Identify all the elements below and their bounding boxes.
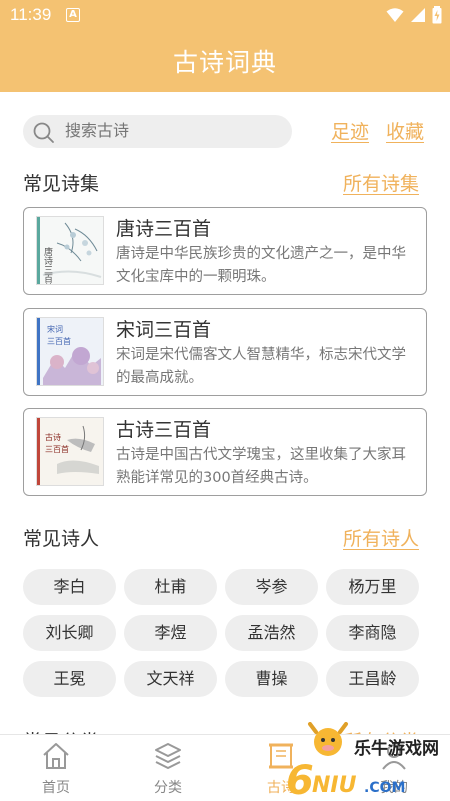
search-input[interactable]: [65, 121, 275, 140]
status-bar: 11:39 A: [0, 0, 450, 32]
status-icons: [386, 6, 442, 24]
svg-text:古诗: 古诗: [45, 432, 61, 442]
svg-text:NIU: NIU: [312, 773, 357, 798]
book-cover-image: 古诗 三百首: [36, 417, 104, 486]
page-title: 古诗词典: [172, 48, 277, 77]
search-icon: [33, 122, 54, 143]
collection-description: 宋词是宋代儒客文人智慧精华，标志宋代文学的最高成就。: [116, 347, 406, 386]
svg-text:三百首: 三百首: [45, 444, 69, 454]
svg-text:三百首: 三百首: [47, 336, 71, 346]
signal-icon: [411, 8, 425, 22]
app-bar: 古诗词典: [0, 32, 450, 92]
collection-description: 古诗是中国古代文学瑰宝，这里收集了大家耳熟能详常见的300首经典古诗。: [116, 447, 406, 486]
collection-card-gushi[interactable]: 古诗 三百首 古诗三百首 古诗是中国古代文学瑰宝，这里收集了大家耳熟能详常见的3…: [23, 408, 427, 496]
poet-chip[interactable]: 李白: [23, 569, 116, 605]
all-poets-link[interactable]: 所有诗人: [343, 524, 419, 551]
svg-text:6: 6: [286, 758, 314, 801]
poet-chip[interactable]: 王昌龄: [326, 661, 419, 697]
svg-text:宋词: 宋词: [47, 324, 63, 334]
collection-title: 古诗三百首: [116, 419, 212, 441]
poet-chip[interactable]: 曹操: [225, 661, 318, 697]
svg-text:.COM: .COM: [364, 780, 405, 796]
poet-chip[interactable]: 孟浩然: [225, 615, 318, 651]
book-cover-image: 宋词 三百首: [36, 317, 104, 386]
poet-chip[interactable]: 李煜: [124, 615, 217, 651]
collections-section-title: 常见诗集: [23, 173, 100, 195]
poet-chip[interactable]: 杨万里: [326, 569, 419, 605]
collection-title: 宋词三百首: [116, 319, 212, 341]
all-collections-link[interactable]: 所有诗集: [343, 169, 419, 196]
tab-home[interactable]: 首页: [0, 735, 112, 801]
poet-chip[interactable]: 文天祥: [124, 661, 217, 697]
poets-section-title: 常见诗人: [23, 528, 100, 550]
favorites-link[interactable]: 收藏: [386, 117, 424, 144]
watermark-logo: 6 NIU .COM 乐牛游戏网: [282, 722, 450, 801]
footprints-link[interactable]: 足迹: [331, 117, 369, 144]
poet-chip[interactable]: 杜甫: [124, 569, 217, 605]
collection-card-song[interactable]: 宋词 三百首 宋词三百首 宋词是宋代儒客文人智慧精华，标志宋代文学的最高成就。: [23, 308, 427, 396]
poet-chip[interactable]: 李商隐: [326, 615, 419, 651]
wifi-icon: [386, 8, 404, 22]
tab-label: 分类: [154, 780, 182, 796]
home-icon: [43, 743, 69, 769]
svg-text:唐诗三百首: 唐诗三百首: [42, 246, 53, 285]
notification-a-icon: A: [66, 8, 80, 22]
collection-card-tang[interactable]: 唐诗三百首 唐诗三百首 唐诗是中华民族珍贵的文化遗产之一，是中华文化宝库中的一颗…: [23, 207, 427, 295]
poet-chip[interactable]: 王冕: [23, 661, 116, 697]
search-bar[interactable]: [23, 115, 292, 148]
tab-label: 首页: [42, 780, 70, 796]
collection-title: 唐诗三百首: [116, 218, 212, 240]
svg-text:乐牛游戏网: 乐牛游戏网: [354, 738, 439, 759]
battery-icon: [432, 6, 442, 24]
collection-description: 唐诗是中华民族珍贵的文化遗产之一，是中华文化宝库中的一颗明珠。: [116, 246, 406, 285]
tab-category[interactable]: 分类: [112, 735, 224, 801]
layers-icon: [155, 743, 181, 769]
poet-chip[interactable]: 刘长卿: [23, 615, 116, 651]
poet-chip[interactable]: 岑参: [225, 569, 318, 605]
status-time: 11:39: [10, 5, 52, 24]
book-cover-image: 唐诗三百首: [36, 216, 104, 285]
